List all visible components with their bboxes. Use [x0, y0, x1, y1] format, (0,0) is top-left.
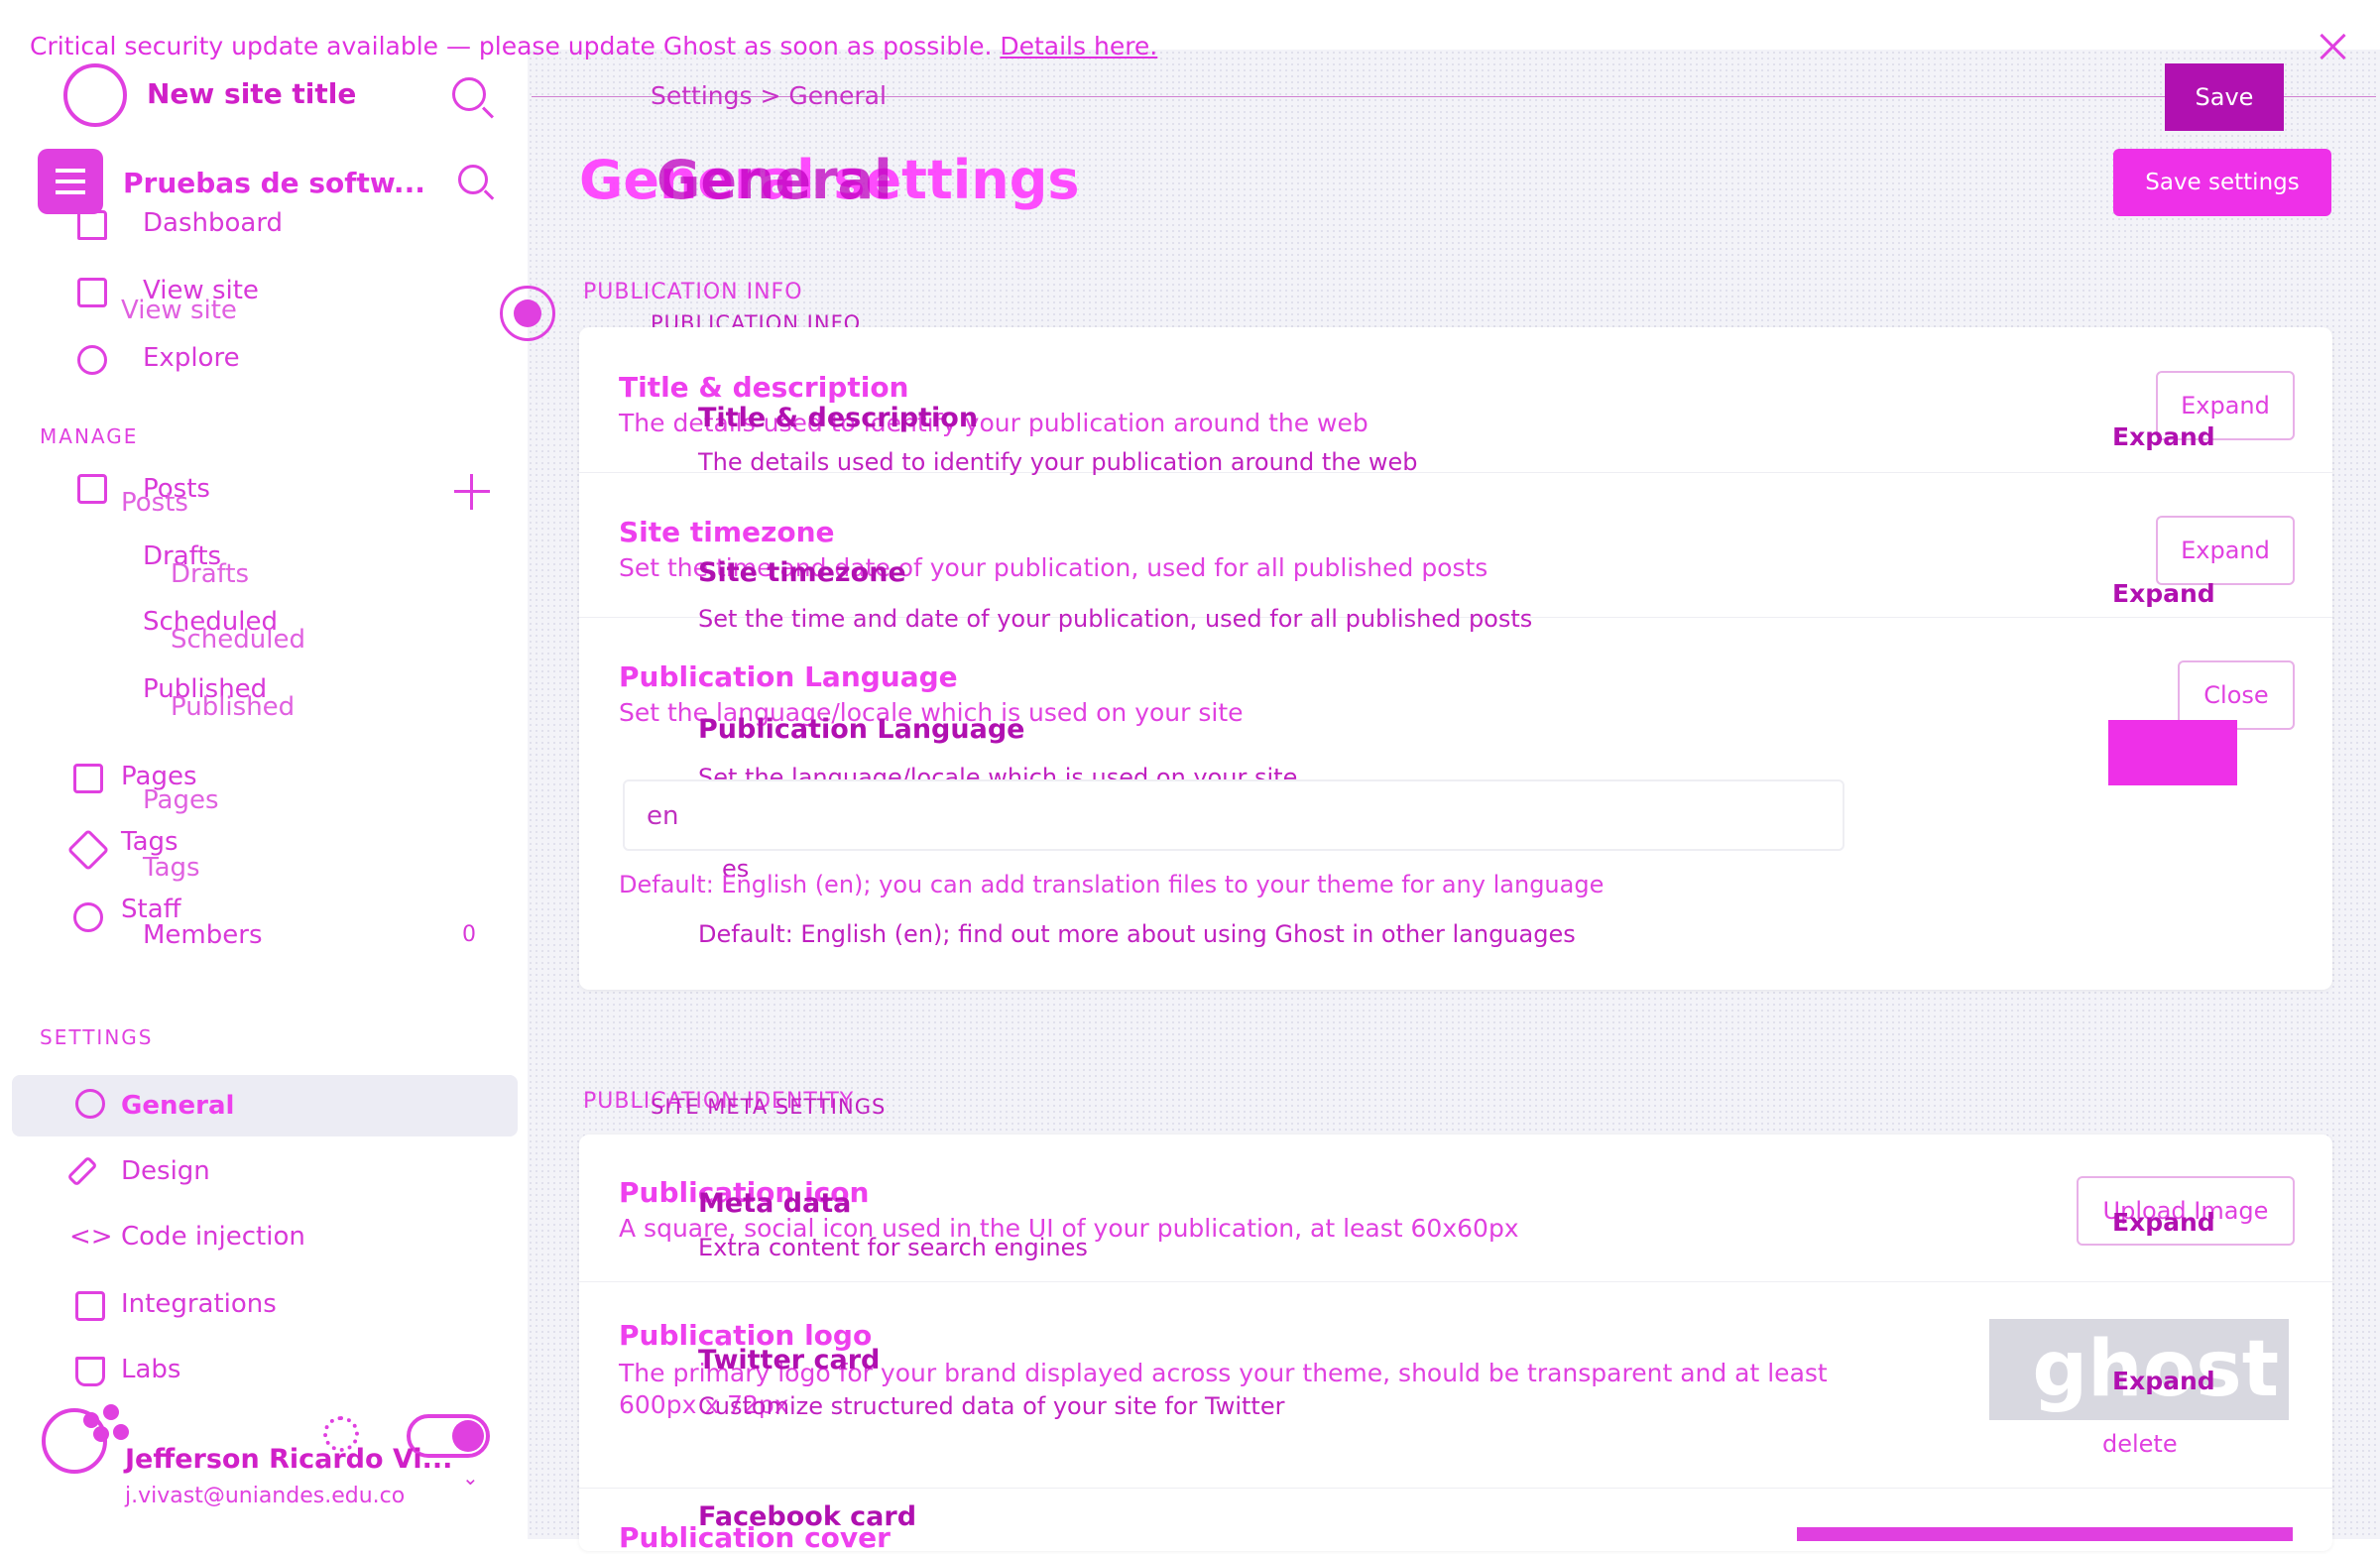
title-description-heading-overlay: Title & description	[698, 403, 979, 433]
sidebar-item-scheduled-overlay: Scheduled	[171, 625, 305, 655]
chevron-down-icon[interactable]: ⌄	[462, 1466, 479, 1490]
menu-icon[interactable]	[38, 149, 103, 214]
save-settings-button[interactable]: Save settings	[2113, 149, 2331, 216]
section-label-publication-info: PUBLICATION INFO	[583, 280, 803, 304]
expand-timezone-button[interactable]: Expand	[2156, 516, 2295, 585]
row-divider	[579, 1281, 2332, 1282]
banner-text: Critical security update available — ple…	[30, 32, 993, 60]
site-title[interactable]: New site title	[147, 77, 356, 110]
twitter-card-desc: Customize structured data of your site f…	[698, 1392, 1285, 1420]
language-heading: Publication Language	[619, 660, 958, 693]
sidebar-item-explore[interactable]: Explore	[143, 343, 240, 373]
pages-icon	[73, 764, 103, 793]
timezone-heading: Site timezone	[619, 516, 835, 548]
breadcrumb[interactable]: Settings > General	[651, 81, 887, 110]
user-email: j.vivast@uniandes.edu.co	[125, 1484, 406, 1508]
avatar[interactable]	[42, 1408, 107, 1474]
code-icon: <>	[69, 1222, 113, 1252]
sidebar-item-design[interactable]: Design	[121, 1156, 210, 1186]
language-input[interactable]: en	[623, 779, 1844, 851]
sidebar-item-code-injection[interactable]: Code injection	[121, 1222, 305, 1252]
title-description-heading: Title & description	[619, 371, 909, 404]
sidebar-item-published-overlay: Published	[171, 692, 296, 722]
security-banner: Critical security update available — ple…	[30, 32, 1157, 60]
search-icon[interactable]	[458, 165, 488, 194]
staff-icon	[73, 902, 103, 932]
language-save-button[interactable]	[2108, 720, 2237, 785]
view-site-icon	[77, 278, 107, 307]
meta-data-heading: Meta data	[698, 1188, 852, 1219]
row-divider	[579, 1488, 2332, 1489]
twitter-card-heading: Twitter card	[698, 1345, 881, 1375]
gear-icon	[75, 1089, 105, 1119]
sidebar-item-view-site-overlay: View site	[121, 296, 237, 325]
flask-icon	[75, 1357, 105, 1386]
sidebar-item-tags-overlay: Tags	[143, 853, 200, 883]
language-heading-overlay: Publication Language	[698, 714, 1025, 745]
expand-meta-button[interactable]: Expand	[2112, 1208, 2215, 1237]
site-logo-icon	[63, 63, 127, 127]
posts-icon	[77, 474, 107, 504]
sidebar-item-posts-overlay: Posts	[121, 488, 188, 518]
page-title-overlay: General	[656, 149, 892, 211]
language-default-hint-overlay: Default: English (en); find out more abo…	[698, 920, 1576, 948]
sidebar-item-general[interactable]: General	[121, 1091, 234, 1121]
globe-icon	[77, 345, 107, 375]
expand-title-overlay[interactable]: Expand	[2112, 422, 2215, 451]
delete-logo-link[interactable]: delete	[2102, 1430, 2178, 1458]
meta-data-desc: Extra content for search engines	[698, 1234, 1088, 1261]
facebook-card-heading: Facebook card	[698, 1501, 917, 1532]
sidebar-item-members[interactable]: Members	[143, 920, 263, 950]
manage-section-label: MANAGE	[40, 424, 139, 448]
sidebar-item-drafts-overlay: Drafts	[171, 559, 250, 589]
save-button[interactable]: Save	[2165, 63, 2284, 131]
banner-details-link[interactable]: Details here.	[1000, 32, 1157, 60]
home-icon	[77, 210, 107, 240]
user-name[interactable]: Jefferson Ricardo Vi...	[125, 1444, 452, 1475]
language-input-value: en	[647, 801, 679, 831]
section-label-site-meta: SITE META SETTINGS	[651, 1095, 887, 1119]
members-count: 0	[462, 922, 476, 947]
sidebar-item-integrations[interactable]: Integrations	[121, 1289, 277, 1319]
expand-timezone-overlay[interactable]: Expand	[2112, 579, 2215, 608]
brand-name[interactable]: Pruebas de softw...	[123, 167, 425, 199]
sidebar-item-pages-overlay: Pages	[143, 785, 219, 815]
radio-indicator-icon[interactable]	[500, 286, 555, 341]
timezone-desc-overlay: Set the time and date of your publicatio…	[698, 605, 1533, 633]
search-icon[interactable]	[452, 77, 486, 111]
expand-twitter-button[interactable]: Expand	[2112, 1367, 2215, 1395]
title-description-desc-overlay: The details used to identify your public…	[698, 448, 1418, 476]
close-icon[interactable]	[2316, 30, 2349, 63]
integrations-icon	[75, 1291, 105, 1321]
sidebar-item-dashboard[interactable]: Dashboard	[143, 208, 283, 238]
language-default-hint: Default: English (en); you can add trans…	[619, 871, 1605, 898]
timezone-heading-overlay: Site timezone	[698, 557, 906, 588]
add-post-icon[interactable]	[454, 474, 490, 510]
sidebar-item-labs[interactable]: Labs	[121, 1355, 180, 1384]
settings-section-label: SETTINGS	[40, 1025, 154, 1049]
